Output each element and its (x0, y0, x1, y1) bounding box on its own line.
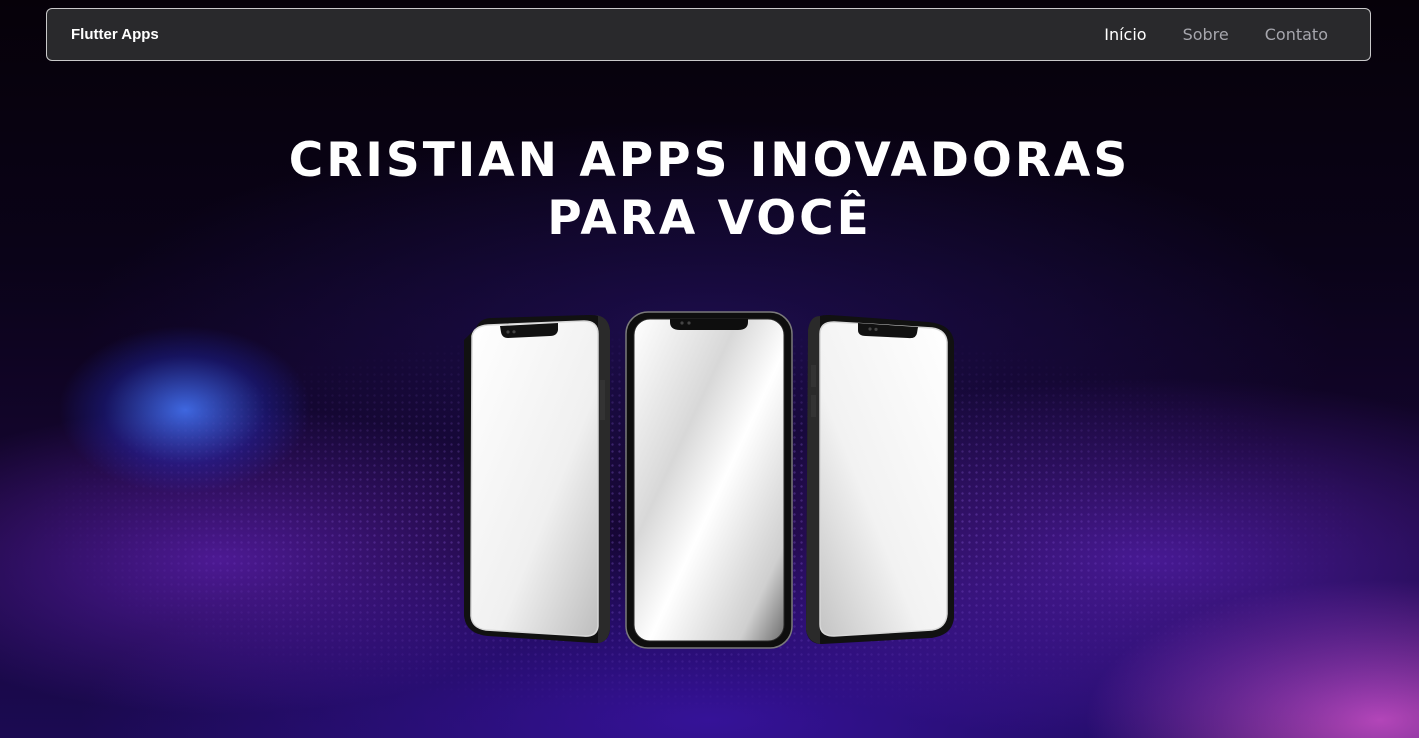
hero-title-line-1: CRISTIAN APPS INOVADORAS (288, 133, 1131, 188)
phone-mockups (458, 310, 958, 650)
hero-title: CRISTIAN APPS INOVADORAS PARA VOCÊ (0, 132, 1419, 248)
nav-link-contato[interactable]: Contato (1265, 25, 1328, 44)
nav-link-sobre[interactable]: Sobre (1183, 25, 1229, 44)
phone-left (464, 314, 610, 644)
phone-mockups-illustration (464, 311, 954, 649)
nav-link-inicio[interactable]: Início (1104, 25, 1146, 44)
nav-links: Início Sobre Contato (1104, 25, 1328, 44)
phone-right (806, 314, 954, 644)
hero-title-line-2: PARA VOCÊ (547, 191, 872, 246)
brand-logo-text[interactable]: Flutter Apps (71, 26, 159, 43)
top-navbar: Flutter Apps Início Sobre Contato (46, 8, 1371, 61)
phone-center (625, 311, 793, 649)
